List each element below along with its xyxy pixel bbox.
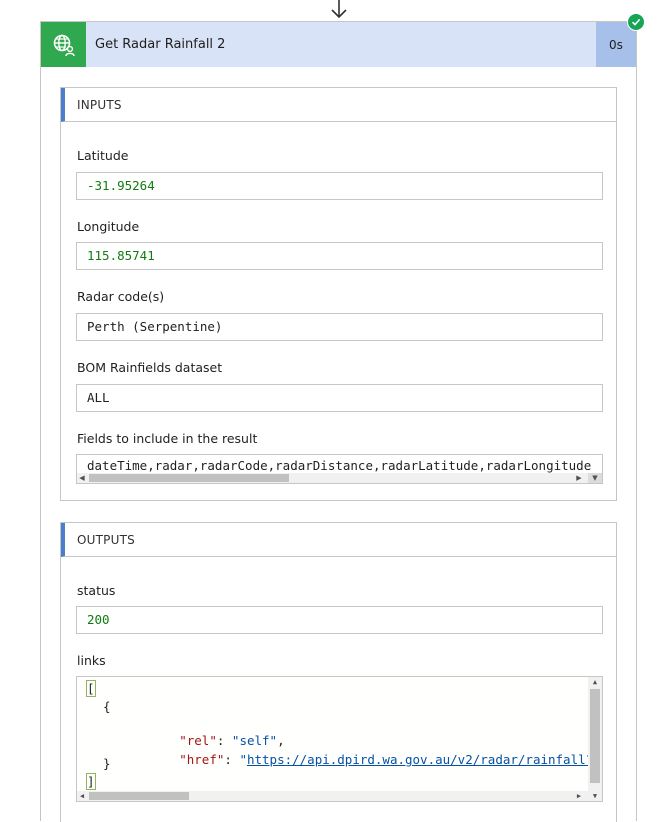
json-close-bracket: ]	[86, 773, 96, 790]
json-close-brace: }	[103, 756, 111, 771]
fields-value-box[interactable]: dateTime,radar,radarCode,radarDistance,r…	[76, 454, 603, 484]
links-vscroll-thumb[interactable]	[590, 689, 600, 783]
status-label: status	[77, 583, 116, 598]
status-value: 200	[76, 606, 603, 634]
check-icon	[631, 18, 641, 26]
action-header[interactable]: Get Radar Rainfall 2 0s	[41, 22, 636, 67]
json-href-link[interactable]: https://api.dpird.wa.gov.au/v2/radar/rai…	[247, 752, 602, 767]
radar-codes-label: Radar code(s)	[77, 289, 165, 304]
scroll-right-icon[interactable]: ▶	[574, 473, 584, 483]
json-href-key: "href"	[179, 752, 225, 767]
links-code-box[interactable]: [ { "rel": "self", "href": "https://api.…	[76, 676, 603, 802]
json-href-quote: "	[239, 752, 247, 767]
json-open-bracket: [	[86, 680, 96, 697]
inputs-heading: INPUTS	[61, 88, 616, 122]
json-href-line: "href": "https://api.dpird.wa.gov.au/v2/…	[119, 737, 602, 782]
scroll-down-icon[interactable]: ▼	[588, 791, 602, 801]
links-vertical-scrollbar[interactable]: ▲	[588, 677, 602, 791]
action-title: Get Radar Rainfall 2	[95, 37, 226, 52]
scroll-left-icon[interactable]: ◀	[77, 473, 87, 483]
connector-tile	[41, 22, 86, 67]
inputs-panel: INPUTS Latitude -31.95264 Longitude 115.…	[60, 87, 617, 501]
fields-scroll-thumb[interactable]	[89, 474, 289, 482]
latitude-label: Latitude	[77, 148, 129, 163]
scroll-left-icon[interactable]: ◀	[77, 791, 87, 801]
latitude-value: -31.95264	[76, 172, 603, 200]
outputs-panel: OUTPUTS status 200 links [ { "rel": "sel…	[60, 522, 617, 822]
longitude-label: Longitude	[77, 219, 140, 234]
fields-label: Fields to include in the result	[77, 431, 258, 446]
dataset-label: BOM Rainfields dataset	[77, 360, 223, 375]
links-horizontal-scrollbar[interactable]: ◀ ▶ ▼	[77, 791, 602, 801]
fields-horizontal-scrollbar[interactable]: ◀ ▶ ▼	[77, 473, 602, 483]
globe-person-icon	[53, 34, 75, 56]
json-open-brace: {	[103, 699, 111, 714]
scroll-down-icon[interactable]: ▼	[588, 473, 602, 483]
dataset-value: ALL	[76, 384, 603, 412]
success-status-badge	[627, 13, 645, 31]
longitude-value: 115.85741	[76, 242, 603, 270]
links-scroll-thumb[interactable]	[89, 792, 189, 800]
links-label: links	[77, 653, 106, 668]
flow-arrow-down-icon	[331, 0, 347, 19]
scroll-up-icon[interactable]: ▲	[590, 677, 600, 687]
scroll-right-icon[interactable]: ▶	[574, 791, 584, 801]
outputs-heading: OUTPUTS	[61, 523, 616, 557]
fields-value: dateTime,radar,radarCode,radarDistance,r…	[87, 458, 592, 473]
radar-codes-value: Perth (Serpentine)	[76, 313, 603, 341]
action-card: Get Radar Rainfall 2 0s INPUTS Latitude …	[40, 21, 637, 822]
